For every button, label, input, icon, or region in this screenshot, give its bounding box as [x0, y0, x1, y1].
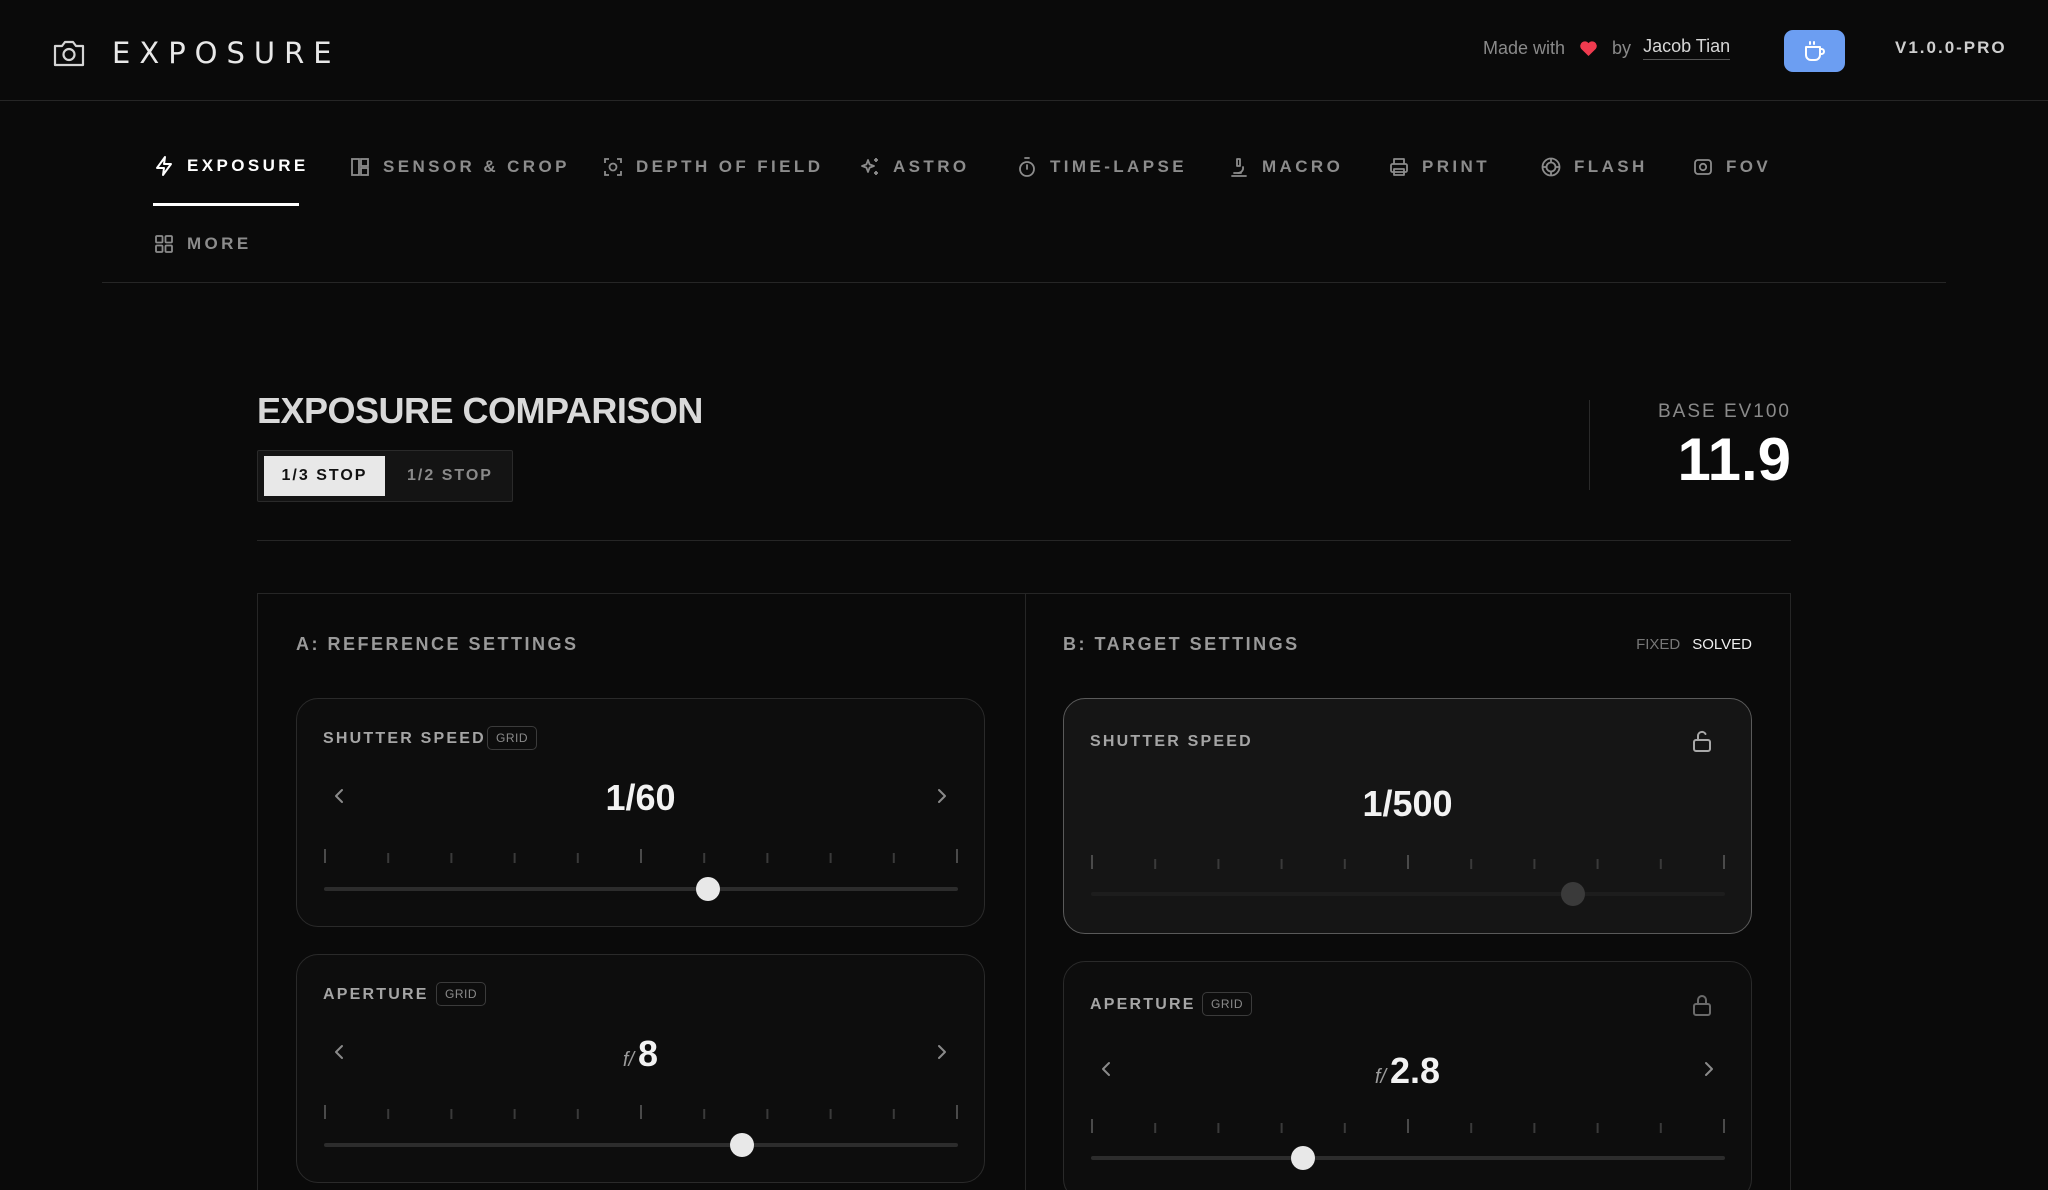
aperture-value-text: 8: [638, 1033, 659, 1074]
f-prefix: f/: [622, 1049, 635, 1071]
shutter-slider-track: [1091, 892, 1725, 896]
target-shutter-card: SHUTTER SPEED 1/500: [1063, 698, 1752, 934]
stop-increment-toggle: 1/3 STOP 1/2 STOP: [257, 450, 513, 502]
base-ev-value: 11.9: [1677, 426, 1791, 493]
grid-badge[interactable]: GRID: [487, 726, 537, 750]
tab-fov[interactable]: FOV: [1692, 147, 1771, 187]
reference-title: A: REFERENCE SETTINGS: [296, 634, 579, 654]
credit-line: Made with by Jacob Tian: [1483, 36, 1731, 60]
tab-label: FLASH: [1574, 157, 1648, 176]
tab-flash[interactable]: FLASH: [1540, 147, 1648, 187]
chevron-right-icon[interactable]: [932, 785, 950, 807]
page-title: EXPOSURE COMPARISON: [257, 390, 703, 431]
target-aperture-card: APERTURE GRID f/2.8: [1063, 961, 1752, 1190]
aperture-value: f/8: [297, 1033, 984, 1075]
credit-prefix: Made with: [1483, 37, 1566, 58]
tab-label: ASTRO: [893, 157, 970, 176]
shutter-value-text: 1/500: [1362, 783, 1453, 824]
shutter-value: 1/60: [297, 777, 984, 819]
aperture-slider-thumb[interactable]: [730, 1133, 755, 1157]
lightning-icon: [153, 155, 175, 177]
aperture-icon: [1540, 156, 1562, 178]
sensor-icon: [349, 156, 371, 178]
aperture-slider-thumb[interactable]: [1291, 1146, 1316, 1170]
sparkles-icon: [859, 156, 881, 178]
tick-marks: [324, 1105, 958, 1119]
shutter-label: SHUTTER SPEED: [323, 730, 486, 747]
divider: [1589, 400, 1590, 490]
view-icon: [1692, 156, 1714, 178]
tab-label: FOV: [1726, 157, 1772, 176]
tick-marks: [324, 849, 958, 863]
coffee-icon: [1803, 40, 1827, 62]
shutter-slider-track[interactable]: [324, 887, 958, 891]
reference-aperture-card: APERTURE GRID f/8: [296, 954, 985, 1183]
shutter-slider-thumb[interactable]: [695, 877, 720, 901]
aperture-slider-track[interactable]: [324, 1143, 958, 1147]
reference-shutter-card: SHUTTER SPEED GRID 1/60: [296, 698, 985, 927]
tick-marks: [1091, 855, 1725, 869]
chevron-right-icon[interactable]: [1699, 1058, 1717, 1080]
base-ev-label: BASE EV100: [1657, 401, 1791, 422]
stop-half-button[interactable]: 1/2 STOP: [392, 456, 508, 496]
aperture-label: APERTURE: [323, 986, 429, 1003]
tab-label: SENSOR & CROP: [383, 157, 570, 176]
app-title: EXPOSURE: [112, 36, 341, 70]
active-tab-indicator: [153, 203, 299, 206]
credit-by: by: [1612, 37, 1632, 58]
shutter-label: SHUTTER SPEED: [1090, 733, 1253, 750]
aperture-value-text: 2.8: [1390, 1050, 1441, 1091]
target-title: B: TARGET SETTINGS: [1063, 634, 1300, 654]
tab-label: EXPOSURE: [187, 156, 309, 175]
chevron-right-icon[interactable]: [932, 1041, 950, 1063]
grid-badge[interactable]: GRID: [1202, 992, 1252, 1016]
shutter-value: 1/500: [1064, 783, 1751, 825]
aperture-label: APERTURE: [1090, 996, 1196, 1013]
mode-fixed[interactable]: FIXED: [1636, 636, 1680, 653]
tab-label: TIME-LAPSE: [1050, 157, 1187, 176]
tab-sensor-crop[interactable]: SENSOR & CROP: [349, 147, 570, 187]
timer-icon: [1016, 156, 1038, 178]
aperture-value: f/2.8: [1064, 1050, 1751, 1092]
tab-label: MORE: [187, 234, 252, 253]
tab-more[interactable]: MORE: [153, 224, 252, 264]
aperture-slider-track[interactable]: [1091, 1156, 1725, 1160]
solve-mode-toggle: FIXED SOLVED: [1636, 636, 1752, 653]
divider: [257, 540, 1791, 541]
coffee-button[interactable]: [1784, 30, 1845, 72]
tab-label: DEPTH OF FIELD: [636, 157, 824, 176]
lock-icon[interactable]: [1691, 993, 1713, 1017]
tab-label: PRINT: [1422, 157, 1490, 176]
unlock-icon[interactable]: [1691, 729, 1713, 753]
grid-badge[interactable]: GRID: [436, 982, 486, 1006]
author-link[interactable]: Jacob Tian: [1643, 36, 1731, 60]
stop-third-button[interactable]: 1/3 STOP: [264, 456, 385, 496]
tab-label: MACRO: [1262, 157, 1344, 176]
f-prefix: f/: [1374, 1066, 1387, 1088]
tab-macro[interactable]: MACRO: [1228, 147, 1343, 187]
app-header: EXPOSURE Made with by Jacob Tian V1.0.0-…: [0, 0, 2048, 101]
column-divider: [1025, 594, 1026, 1190]
brand[interactable]: EXPOSURE: [52, 36, 341, 70]
tab-time-lapse[interactable]: TIME-LAPSE: [1016, 147, 1187, 187]
tab-astro[interactable]: ASTRO: [859, 147, 970, 187]
shutter-value-text: 1/60: [605, 777, 676, 818]
camera-icon: [52, 38, 86, 68]
tab-print[interactable]: PRINT: [1388, 147, 1490, 187]
shutter-slider-thumb: [1560, 882, 1585, 906]
tab-exposure[interactable]: EXPOSURE: [153, 146, 309, 186]
tick-marks: [1091, 1119, 1725, 1133]
tab-depth-of-field[interactable]: DEPTH OF FIELD: [602, 147, 823, 187]
focus-icon: [602, 156, 624, 178]
printer-icon: [1388, 156, 1410, 178]
settings-comparison: A: REFERENCE SETTINGS SHUTTER SPEED GRID…: [257, 593, 1791, 1190]
mode-solved[interactable]: SOLVED: [1692, 636, 1752, 653]
tool-tabs: EXPOSURE SENSOR & CROP DEPTH OF FIELD AS…: [102, 101, 1946, 283]
version-label: V1.0.0-PRO: [1895, 38, 2007, 57]
microscope-icon: [1228, 156, 1250, 178]
heart-icon: [1579, 40, 1598, 57]
grid-icon: [153, 233, 175, 255]
